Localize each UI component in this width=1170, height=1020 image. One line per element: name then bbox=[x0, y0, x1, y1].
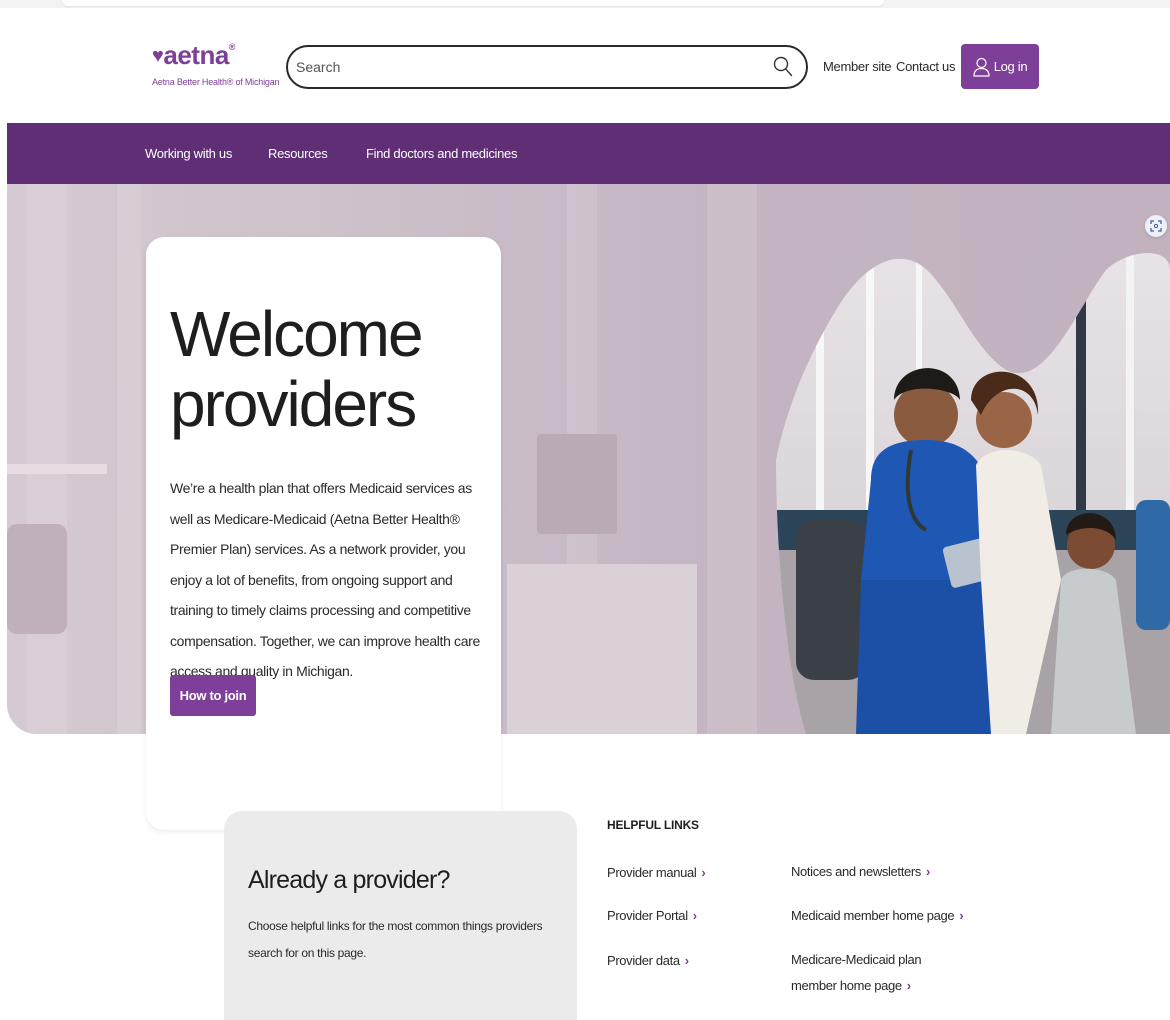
medicaid-member-home-link[interactable]: Medicaid member home page › bbox=[791, 903, 964, 929]
how-to-join-button[interactable]: How to join bbox=[170, 675, 256, 716]
helpful-links-heading: HELPFUL LINKS bbox=[607, 818, 699, 832]
log-in-label: Log in bbox=[993, 59, 1028, 74]
brand-name: aetna bbox=[163, 40, 229, 70]
provider-card: Already a provider? Choose helpful links… bbox=[224, 811, 577, 1020]
provider-portal-link[interactable]: Provider Portal › bbox=[607, 903, 697, 929]
nav-working-with-us[interactable]: Working with us bbox=[145, 146, 232, 161]
link-label: Notices and newsletters bbox=[791, 864, 921, 879]
hero-photo bbox=[776, 253, 1170, 734]
log-in-button[interactable]: Log in bbox=[961, 44, 1039, 89]
link-label: Provider data bbox=[607, 953, 680, 968]
page-title: Welcome providers bbox=[170, 298, 424, 440]
search-icon[interactable] bbox=[772, 56, 794, 78]
expand-image-icon[interactable] bbox=[1145, 215, 1167, 237]
link-label: Medicare-Medicaid plan member home page bbox=[791, 952, 922, 993]
link-label: Provider manual bbox=[607, 865, 697, 880]
provider-data-link[interactable]: Provider data › bbox=[607, 948, 689, 974]
main-nav: Working with us Resources Find doctors a… bbox=[7, 123, 1170, 184]
notices-newsletters-link[interactable]: Notices and newsletters › bbox=[791, 859, 930, 885]
nav-find-doctors[interactable]: Find doctors and medicines bbox=[366, 146, 517, 161]
chevron-right-icon: › bbox=[692, 908, 697, 923]
nav-resources[interactable]: Resources bbox=[268, 146, 328, 161]
welcome-card: Welcome providers We’re a health plan th… bbox=[146, 237, 501, 830]
browser-top-strip bbox=[0, 0, 1170, 8]
user-icon bbox=[973, 57, 990, 77]
chevron-right-icon: › bbox=[925, 864, 930, 879]
search-input[interactable] bbox=[296, 55, 756, 79]
medicare-medicaid-member-home-link[interactable]: Medicare-Medicaid plan member home page › bbox=[791, 947, 961, 999]
provider-card-description: Choose helpful links for the most common… bbox=[248, 919, 543, 960]
aetna-logo[interactable]: ♥aetna® Aetna Better Health® of Michigan bbox=[152, 34, 280, 87]
chevron-right-icon: › bbox=[684, 953, 689, 968]
provider-manual-link[interactable]: Provider manual › bbox=[607, 860, 706, 886]
link-label: Medicaid member home page bbox=[791, 908, 955, 923]
chevron-right-icon: › bbox=[959, 908, 964, 923]
chevron-right-icon: › bbox=[701, 865, 706, 880]
provider-card-title: Already a provider? bbox=[248, 866, 450, 894]
link-label: Provider Portal bbox=[607, 908, 688, 923]
chevron-right-icon: › bbox=[906, 978, 911, 993]
contact-us-link[interactable]: Contact us bbox=[896, 59, 955, 74]
welcome-description: We’re a health plan that offers Medicaid… bbox=[170, 480, 480, 679]
member-site-link[interactable]: Member site bbox=[823, 59, 892, 74]
heart-icon: ♥ bbox=[152, 45, 164, 67]
brand-subtitle: Aetna Better Health® of Michigan bbox=[152, 77, 280, 87]
search-bar[interactable] bbox=[286, 45, 808, 89]
